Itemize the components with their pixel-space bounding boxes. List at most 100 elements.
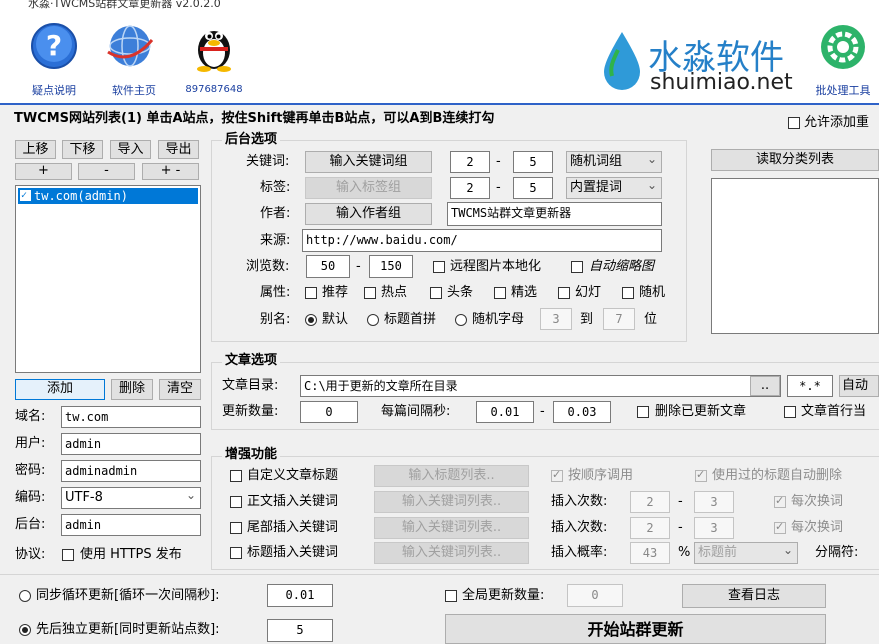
import-button[interactable]: 导入 [110, 140, 151, 159]
https-checkbox[interactable] [62, 549, 74, 561]
view-log-button[interactable]: 查看日志 [682, 584, 826, 608]
alias-default-radio[interactable] [305, 314, 317, 326]
tail-keyword-checkbox[interactable] [230, 522, 242, 534]
sync-loop-input[interactable]: 0.01 [267, 584, 333, 607]
global-count-input[interactable]: 0 [567, 584, 623, 607]
auto-delete-title-checkbox[interactable] [695, 468, 707, 482]
invert-check-button[interactable]: + - [142, 163, 199, 180]
attr-recommend-checkbox[interactable] [305, 287, 317, 299]
attr-featured-checkbox[interactable] [494, 287, 506, 299]
alias-length-max-input[interactable]: 7 [603, 308, 635, 330]
body-keyword-list-button[interactable]: 输入关键词列表.. [374, 491, 529, 513]
body-insert-count-label: 插入次数: [551, 494, 608, 509]
tail-insert-dash: - [678, 520, 683, 535]
allow-duplicate-checkbox[interactable] [788, 117, 800, 129]
qq-penguin-icon[interactable] [192, 20, 236, 76]
tail-each-change-checkbox[interactable] [774, 520, 786, 534]
alias-length-min-input[interactable]: 3 [540, 308, 572, 330]
keyword-max-input[interactable]: 5 [513, 151, 553, 173]
clear-sites-button[interactable]: 清空 [159, 379, 201, 400]
username-input[interactable]: admin [61, 433, 201, 455]
sequential-radio[interactable] [19, 624, 31, 636]
uncheck-all-button[interactable]: - [78, 163, 135, 180]
source-url-input[interactable]: http://www.baidu.com/ [302, 229, 662, 252]
alias-random-radio[interactable] [455, 314, 467, 326]
file-extension-input[interactable]: *.* [787, 375, 833, 397]
add-site-button[interactable]: 添加 [15, 379, 105, 400]
domain-input[interactable]: tw.com [61, 406, 201, 428]
site-item-checkbox[interactable] [20, 188, 31, 204]
backend-path-input[interactable]: admin [61, 514, 201, 536]
delete-updated-checkbox[interactable] [637, 406, 649, 418]
article-dir-input[interactable]: C:\用于更新的文章所在目录 [300, 375, 781, 397]
read-category-list-button[interactable]: 读取分类列表 [711, 149, 879, 171]
globe-icon[interactable] [105, 22, 155, 74]
help-icon[interactable]: ? [30, 22, 78, 74]
delete-site-button[interactable]: 删除 [111, 379, 153, 400]
attr-slide-checkbox[interactable] [558, 287, 570, 299]
backend-path-label: 后台: [15, 517, 46, 532]
title-keyword-checkbox[interactable] [230, 547, 242, 559]
browse-dir-button[interactable]: .. [750, 376, 780, 396]
encoding-label: 编码: [15, 490, 46, 505]
global-count-checkbox[interactable] [445, 590, 457, 602]
body-each-change-checkbox[interactable] [774, 494, 786, 508]
check-all-button[interactable]: + [15, 163, 72, 180]
attr-hot-checkbox[interactable] [364, 287, 376, 299]
password-label: 密码: [15, 463, 46, 478]
sequential-label: 先后独立更新[同时更新站点数]: [36, 622, 220, 637]
tail-insert-min-input[interactable]: 2 [630, 517, 670, 539]
batch-tool-button[interactable]: 批处理工具 [808, 82, 878, 98]
custom-title-checkbox[interactable] [230, 470, 242, 482]
move-down-button[interactable]: 下移 [62, 140, 103, 159]
gear-icon[interactable] [820, 24, 866, 74]
input-tag-group-button[interactable]: 输入标签组 [305, 177, 432, 199]
title-insert-position-select[interactable]: 标题前 [694, 540, 798, 564]
interval-min-input[interactable]: 0.01 [476, 401, 534, 423]
tag-mode-select[interactable]: 内置提词 [566, 175, 662, 199]
tag-min-input[interactable]: 2 [450, 177, 490, 199]
tag-max-input[interactable]: 5 [513, 177, 553, 199]
help-button[interactable]: 疑点说明 [20, 82, 88, 98]
first-line-title-checkbox[interactable] [784, 406, 796, 418]
site-listbox[interactable]: tw.com(admin) [15, 185, 201, 373]
input-title-list-button[interactable]: 输入标题列表.. [374, 465, 529, 487]
interval-max-input[interactable]: 0.03 [553, 401, 611, 423]
start-update-button[interactable]: 开始站群更新 [445, 614, 826, 644]
alias-pinyin-radio[interactable] [367, 314, 379, 326]
keyword-min-input[interactable]: 2 [450, 151, 490, 173]
input-keyword-group-button[interactable]: 输入关键词组 [305, 151, 432, 173]
views-min-input[interactable]: 50 [306, 255, 350, 278]
tail-keyword-list-button[interactable]: 输入关键词列表.. [374, 517, 529, 539]
input-author-group-button[interactable]: 输入作者组 [305, 203, 432, 225]
title-keyword-list-button[interactable]: 输入关键词列表.. [374, 542, 529, 564]
source-label: 来源: [260, 233, 291, 248]
sync-loop-radio[interactable] [19, 590, 31, 602]
auto-thumbnail-label: 自动缩略图 [589, 259, 655, 274]
body-insert-min-input[interactable]: 2 [630, 491, 670, 513]
views-max-input[interactable]: 150 [369, 255, 413, 278]
export-button[interactable]: 导出 [158, 140, 199, 159]
update-count-input[interactable]: 0 [300, 401, 358, 423]
auto-detect-button[interactable]: 自动识 [839, 375, 879, 397]
tail-insert-max-input[interactable]: 3 [694, 517, 734, 539]
remote-image-checkbox[interactable] [433, 261, 445, 273]
order-call-checkbox[interactable] [551, 468, 563, 482]
sequential-input[interactable]: 5 [267, 619, 333, 642]
attr-random-checkbox[interactable] [622, 287, 634, 299]
title-insert-prob-input[interactable]: 43 [630, 542, 670, 564]
keyword-mode-select[interactable]: 随机词组 [566, 149, 662, 173]
title-keyword-label: 标题插入关键词 [247, 545, 339, 560]
category-listbox[interactable] [711, 178, 879, 334]
body-insert-max-input[interactable]: 3 [694, 491, 734, 513]
qq-number[interactable]: 897687648 [180, 84, 248, 95]
attr-headline-checkbox[interactable] [430, 287, 442, 299]
auto-thumbnail-checkbox[interactable] [571, 261, 583, 273]
site-list-item[interactable]: tw.com(admin) [18, 188, 198, 204]
password-input[interactable]: adminadmin [61, 460, 201, 482]
move-up-button[interactable]: 上移 [15, 140, 56, 159]
home-button[interactable]: 软件主页 [100, 82, 168, 98]
author-input[interactable]: TWCMS站群文章更新器 [447, 202, 662, 226]
body-keyword-checkbox[interactable] [230, 496, 242, 508]
encoding-select[interactable]: UTF-8 [61, 485, 201, 509]
